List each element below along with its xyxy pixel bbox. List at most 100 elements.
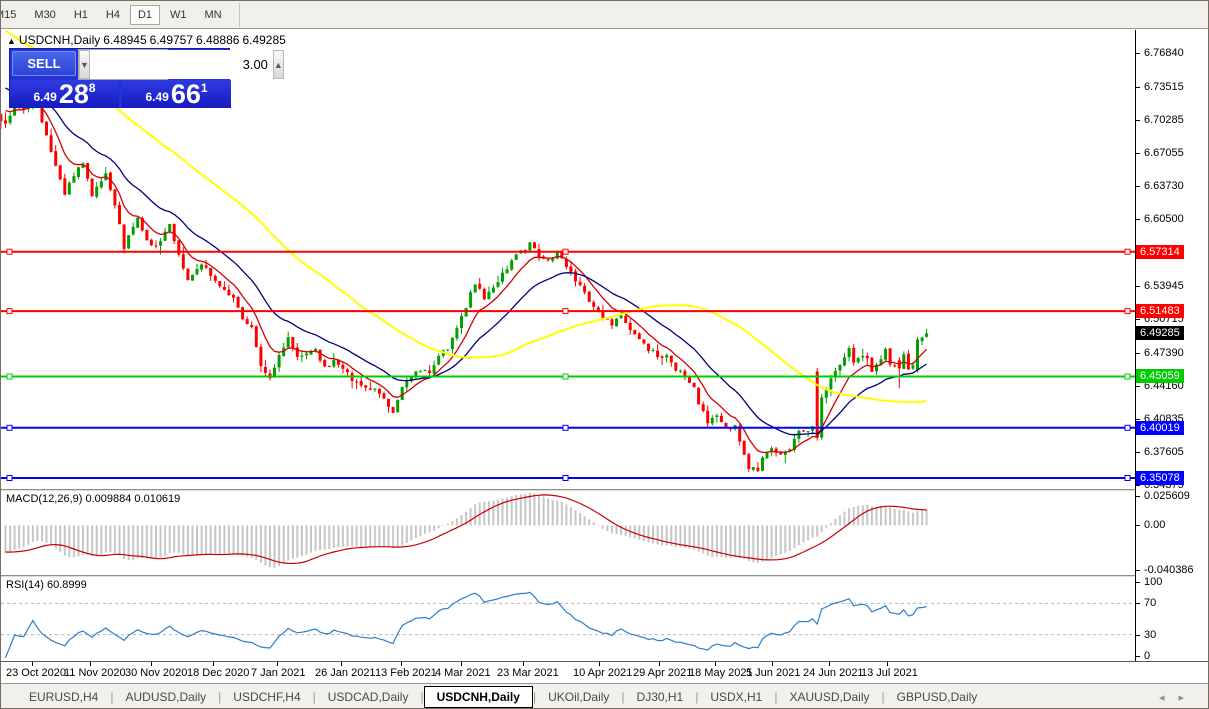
buy-price-display[interactable]: 6.49 66 1 bbox=[122, 80, 231, 108]
sell-price-display[interactable]: 6.49 28 8 bbox=[10, 80, 119, 108]
timeframe-button-d1[interactable]: D1 bbox=[130, 5, 160, 25]
sell-price-sup: 8 bbox=[89, 81, 96, 95]
rsi-axis-tick: 70 bbox=[1136, 596, 1156, 610]
ohlc-close: 6.49285 bbox=[242, 33, 285, 47]
date-axis-tick bbox=[887, 662, 888, 666]
macd-label: MACD(12,26,9) 0.009884 0.010619 bbox=[6, 493, 180, 505]
timeframe-button-w1[interactable]: W1 bbox=[162, 5, 195, 25]
chart-tabbar: EURUSD,H4|AUDUSD,Daily|USDCHF,H4|USDCAD,… bbox=[1, 683, 1209, 709]
volume-decrease-icon[interactable]: ▼ bbox=[79, 50, 90, 79]
volume-stepper: ▼ ▲ bbox=[78, 49, 168, 80]
rsi-canvas[interactable] bbox=[1, 577, 1135, 661]
toolbar-divider bbox=[239, 3, 240, 27]
hline-price-label: 6.57314 bbox=[1136, 245, 1184, 259]
rsi-axis-tick: 100 bbox=[1136, 575, 1162, 589]
date-axis-tick bbox=[151, 662, 152, 666]
date-label: 23 Oct 2020 bbox=[6, 667, 66, 679]
date-axis-tick bbox=[715, 662, 716, 666]
date-label: 24 Jun 2021 bbox=[803, 667, 864, 679]
chart-ohlc-title: ▲USDCNH,Daily6.48945 6.497576.488866.4928… bbox=[7, 33, 289, 47]
timeframe-button-m30[interactable]: M30 bbox=[26, 5, 63, 25]
date-axis-tick bbox=[213, 662, 214, 666]
macd-indicator-pane[interactable]: MACD(12,26,9) 0.009884 0.010619 bbox=[1, 491, 1135, 575]
price-axis-tick: 6.53945 bbox=[1136, 279, 1184, 293]
buy-price-small: 6.49 bbox=[145, 90, 168, 104]
ohlc-high: 6.49757 bbox=[150, 33, 193, 47]
macd-axis-tick: 0.025609 bbox=[1136, 489, 1190, 503]
current-price-label: 6.49285 bbox=[1136, 326, 1184, 340]
price-axis-tick: 6.37605 bbox=[1136, 445, 1184, 459]
tab-eurusd-h4[interactable]: EURUSD,H4 bbox=[17, 686, 110, 708]
price-axis-tick: 6.76840 bbox=[1136, 46, 1184, 60]
date-axis-tick bbox=[599, 662, 600, 666]
volume-input[interactable] bbox=[90, 50, 273, 79]
tabbar-scroll-left-icon[interactable]: ◂ bbox=[1159, 692, 1179, 704]
timeframe-button-h1[interactable]: H1 bbox=[66, 5, 96, 25]
hline-price-label: 6.51483 bbox=[1136, 304, 1184, 318]
timeframe-toolbar: M15M30H1H4D1W1MN bbox=[1, 1, 1209, 29]
ohlc-low: 6.48886 bbox=[196, 33, 239, 47]
price-axis-tick: 6.73515 bbox=[1136, 80, 1184, 94]
price-chart-pane[interactable]: ▲USDCNH,Daily6.489456.497576.488866.4928… bbox=[1, 30, 1135, 489]
date-axis-tick bbox=[829, 662, 830, 666]
date-label: 5 Jun 2021 bbox=[746, 667, 800, 679]
date-axis[interactable]: 23 Oct 202011 Nov 202030 Nov 202018 Dec … bbox=[1, 661, 1209, 683]
tab-xauusd-daily[interactable]: XAUUSD,Daily bbox=[777, 686, 881, 708]
hline-price-label: 6.40019 bbox=[1136, 421, 1184, 435]
tab-usdx-h1[interactable]: USDX,H1 bbox=[698, 686, 774, 708]
tab-dj30-h1[interactable]: DJ30,H1 bbox=[625, 686, 696, 708]
rsi-indicator-pane[interactable]: RSI(14) 60.8999 bbox=[1, 577, 1135, 661]
buy-price-sup: 1 bbox=[201, 81, 208, 95]
buy-price-big: 66 bbox=[171, 81, 201, 107]
date-label: 18 May 2021 bbox=[689, 667, 753, 679]
ohlc-open: 6.48945 bbox=[103, 33, 146, 47]
date-axis-tick bbox=[341, 662, 342, 666]
date-axis-tick bbox=[401, 662, 402, 666]
date-label: 18 Dec 2020 bbox=[187, 667, 249, 679]
terminal-window: M15M30H1H4D1W1MN ▲USDCNH,Daily6.489456.4… bbox=[0, 0, 1209, 709]
sell-button[interactable]: SELL bbox=[12, 51, 76, 76]
tab-usdchf-h4[interactable]: USDCHF,H4 bbox=[221, 686, 312, 708]
rsi-axis-tick: 30 bbox=[1136, 628, 1156, 642]
collapse-panel-icon[interactable]: ▲ bbox=[7, 36, 16, 46]
timeframe-button-mn[interactable]: MN bbox=[197, 5, 230, 25]
sell-price-small: 6.49 bbox=[33, 90, 56, 104]
volume-increase-icon[interactable]: ▲ bbox=[273, 50, 284, 79]
date-label: 23 Mar 2021 bbox=[497, 667, 559, 679]
price-axis-tick: 6.70285 bbox=[1136, 113, 1184, 127]
date-axis-tick bbox=[523, 662, 524, 666]
price-axis[interactable]: 6.76840 6.73515 6.70285 6.67055 6.63730 6.605… bbox=[1135, 30, 1209, 661]
date-label: 7 Jan 2021 bbox=[251, 667, 305, 679]
date-label: 13 Feb 2021 bbox=[375, 667, 437, 679]
chart-symbol-label: USDCNH,Daily bbox=[19, 33, 100, 47]
date-axis-tick bbox=[32, 662, 33, 666]
date-label: 30 Nov 2020 bbox=[125, 667, 187, 679]
date-label: 4 Mar 2021 bbox=[435, 667, 491, 679]
rsi-label: RSI(14) 60.8999 bbox=[6, 579, 87, 591]
price-axis-tick: 6.63730 bbox=[1136, 179, 1184, 193]
sell-price-big: 28 bbox=[59, 81, 89, 107]
hline-price-label: 6.45059 bbox=[1136, 369, 1184, 383]
tab-ukoil-daily[interactable]: UKOil,Daily bbox=[536, 686, 621, 708]
tab-audusd-daily[interactable]: AUDUSD,Daily bbox=[113, 686, 218, 708]
date-label: 29 Apr 2021 bbox=[633, 667, 692, 679]
hline-price-label: 6.35078 bbox=[1136, 471, 1184, 485]
date-label: 13 Jul 2021 bbox=[861, 667, 918, 679]
date-label: 11 Nov 2020 bbox=[64, 667, 126, 679]
timeframe-button-m15[interactable]: M15 bbox=[1, 5, 24, 25]
tab-gbpusd-daily[interactable]: GBPUSD,Daily bbox=[885, 686, 990, 708]
date-axis-tick bbox=[461, 662, 462, 666]
price-axis-tick: 6.60500 bbox=[1136, 212, 1184, 226]
date-axis-tick bbox=[772, 662, 773, 666]
one-click-trading-panel: SELL BUY ▼ ▲ 6.49 28 8 6.49 66 1 bbox=[9, 48, 230, 108]
date-axis-tick bbox=[659, 662, 660, 666]
date-label: 10 Apr 2021 bbox=[573, 667, 632, 679]
timeframe-button-h4[interactable]: H4 bbox=[98, 5, 128, 25]
date-label: 26 Jan 2021 bbox=[315, 667, 376, 679]
tab-usdcad-daily[interactable]: USDCAD,Daily bbox=[316, 686, 421, 708]
tabbar-scroll-right-icon[interactable]: ▸ bbox=[1178, 692, 1198, 704]
date-axis-tick bbox=[277, 662, 278, 666]
tab-usdcnh-daily[interactable]: USDCNH,Daily bbox=[424, 686, 533, 708]
price-axis-tick: 6.47390 bbox=[1136, 346, 1184, 360]
price-axis-tick: 6.67055 bbox=[1136, 146, 1184, 160]
